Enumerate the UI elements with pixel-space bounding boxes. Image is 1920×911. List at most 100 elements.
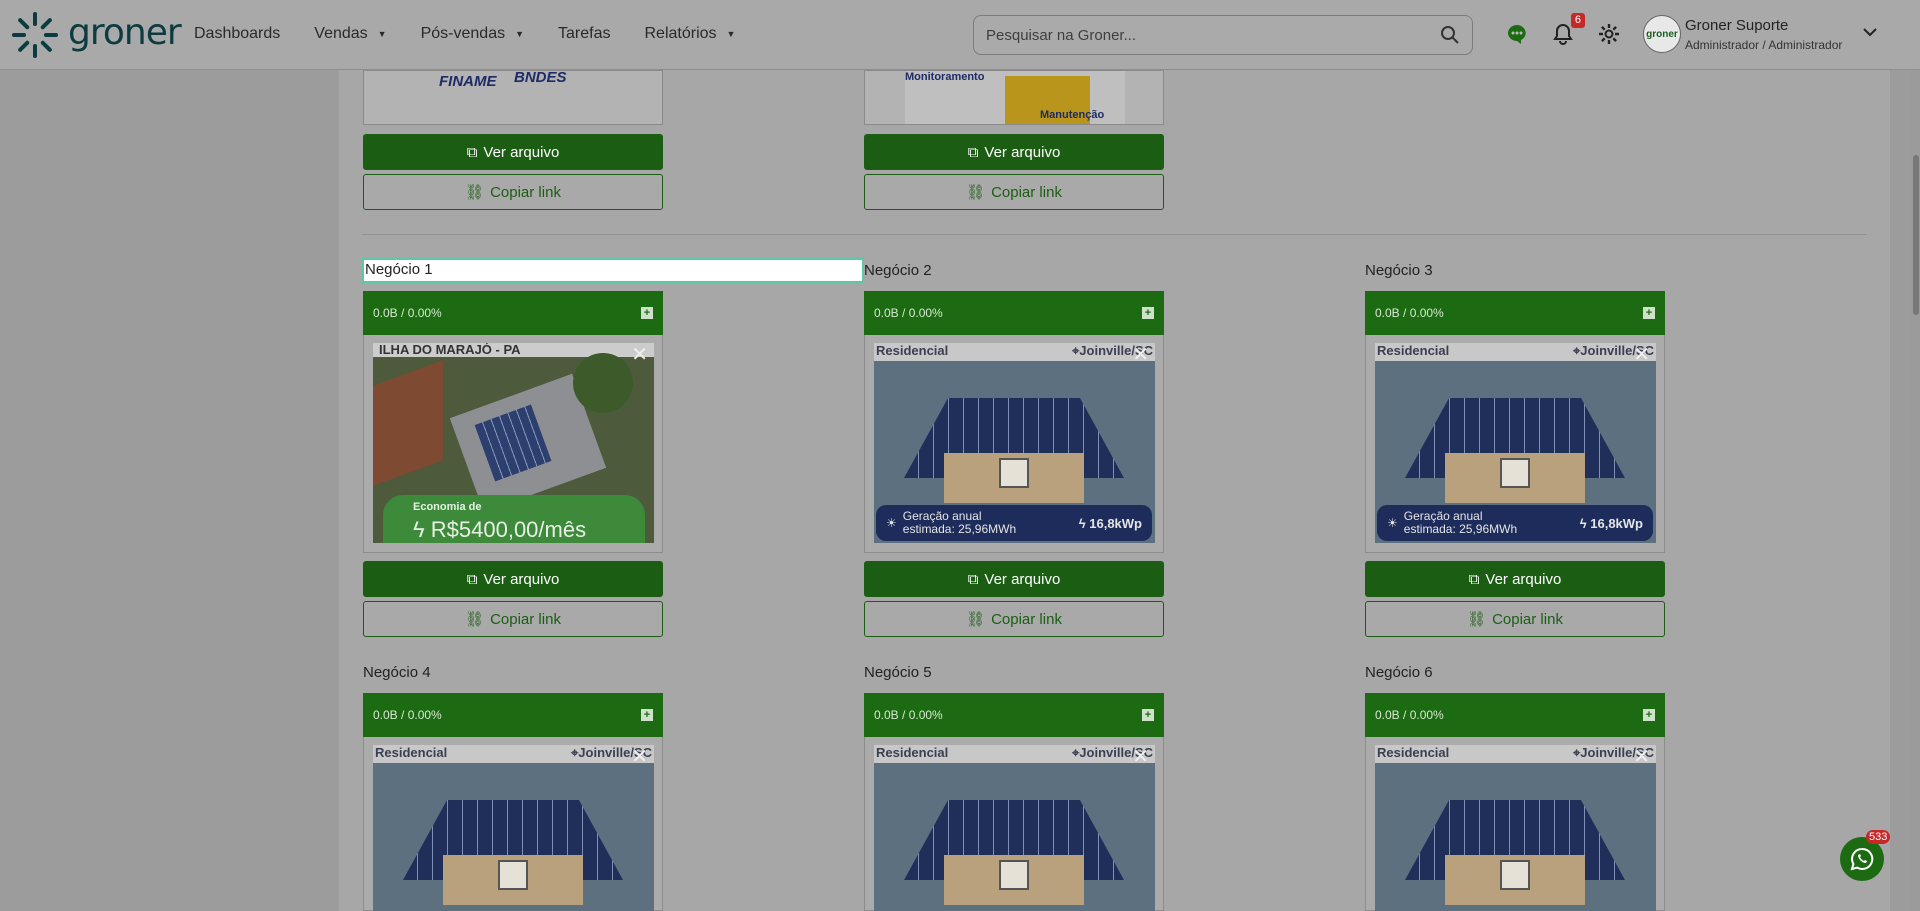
chat-count-badge: 533 [1866,830,1891,844]
type-label: Residencial [876,745,949,760]
type-label: Residencial [1377,343,1450,358]
close-icon[interactable]: ✕ [631,747,648,767]
link-icon: ⛓ [966,184,986,201]
button-label: Ver arquivo [483,143,560,161]
button-label: Ver arquivo [1485,570,1562,588]
house-window [1500,458,1530,488]
view-file-button[interactable]: ⧉ Ver arquivo [864,561,1164,597]
close-icon[interactable]: ✕ [1633,747,1650,767]
photo-header: Residencial ⌖Joinville/SC [874,343,1155,361]
bolt-icon: ϟ [413,517,431,542]
copy-link-button[interactable]: ⛓ Copiar link [363,174,663,210]
view-file-button[interactable]: ⧉ Ver arquivo [363,134,663,170]
expand-icon[interactable]: + [641,709,653,721]
photo-header: Residencial ⌖Joinville/SC [874,745,1155,763]
file-card-body: Residencial ⌖Joinville/SC ✕ [1365,737,1665,911]
search-icon[interactable] [1440,25,1460,45]
file-size: 0.0B / 0.00% [1375,708,1444,722]
copy-link-button[interactable]: ⛓ Copiar link [363,601,663,637]
generation-bar: ☀ Geração anual estimada: 25,96MWh ϟ 16,… [876,505,1152,541]
business-title-input[interactable]: Negócio 1 [362,258,864,283]
photo-header: Residencial ⌖Joinville/SC [373,745,654,763]
logo-text: groner [68,11,182,53]
nav-pos-vendas[interactable]: Pós-vendas ▼ [421,25,524,43]
type-label: Residencial [1377,745,1450,760]
thumbnail-subtitle: Manutenção [1040,109,1105,121]
house-window [1500,860,1530,890]
file-card-header: 0.0B / 0.00% + [1365,291,1665,335]
copy-link-button[interactable]: ⛓ Copiar link [1365,601,1665,637]
close-icon[interactable]: ✕ [631,345,648,365]
groner-logo[interactable]: groner [10,10,182,60]
close-icon[interactable]: ✕ [1633,345,1650,365]
expand-icon[interactable]: + [1142,307,1154,319]
nav-label: Relatórios [644,25,717,42]
section-divider [362,234,1867,235]
button-label: Ver arquivo [483,570,560,588]
file-size: 0.0B / 0.00% [874,306,943,320]
file-size: 0.0B / 0.00% [373,306,442,320]
house-solar-photo: Residencial ⌖Joinville/SC [373,745,654,911]
business-title: Negócio 6 [1365,664,1433,681]
business-title: Negócio 5 [864,664,932,681]
view-file-button[interactable]: ⧉ Ver arquivo [363,561,663,597]
business-title: Negócio 3 [1365,262,1433,279]
photo-header: Residencial ⌖Joinville/SC [1375,343,1656,361]
link-icon: ⛓ [966,611,986,628]
user-menu[interactable]: groner Groner Suporte Administrador / Ad… [1643,15,1877,53]
avatar: groner [1643,15,1681,53]
gear-icon[interactable] [1597,22,1621,46]
scrollbar-thumb[interactable] [1913,155,1919,315]
house-solar-photo: Residencial ⌖Joinville/SC ☀ Geração anual… [874,343,1155,543]
roof-shape [373,360,443,486]
economy-banner: Economia de ϟ R$5400,00/mês [383,495,645,543]
kwp-text: 16,8kWp [1590,515,1643,531]
chat-bubble-icon[interactable] [1505,22,1529,46]
logo-sunburst-icon [10,10,60,60]
close-icon[interactable]: ✕ [1132,345,1149,365]
close-icon[interactable]: ✕ [1132,747,1149,767]
economy-label: Economia de [413,501,482,513]
user-role: Administrador / Administrador [1685,37,1843,52]
generation-bar: ☀ Geração anual estimada: 25,96MWh ϟ 16,… [1377,505,1653,541]
nav-label: Dashboards [194,25,281,42]
bndes-logo: BNDES [514,70,567,86]
link-icon: ⛓ [465,184,485,201]
external-link-icon: ⧉ [466,143,478,161]
caret-down-icon: ▼ [726,29,736,39]
external-link-icon: ⧉ [967,143,979,161]
chevron-down-icon[interactable] [1863,27,1877,37]
file-card-header: 0.0B / 0.00% + [864,291,1164,335]
nav-dashboards[interactable]: Dashboards [194,25,280,43]
type-label: Residencial [375,745,448,760]
file-card-body: Residencial ⌖Joinville/SC ☀ Geração anual… [1365,335,1665,553]
nav-tarefas[interactable]: Tarefas [558,25,610,43]
bell-icon[interactable]: 6 [1551,13,1585,46]
copy-link-button[interactable]: ⛓ Copiar link [864,174,1164,210]
button-label: Copiar link [991,610,1062,628]
expand-icon[interactable]: + [641,307,653,319]
link-icon: ⛓ [1467,611,1487,628]
nav-relatorios[interactable]: Relatórios ▼ [644,25,735,43]
button-label: Ver arquivo [984,570,1061,588]
copy-link-button[interactable]: ⛓ Copiar link [864,601,1164,637]
kwp-value: ϟ 16,8kWp [1579,515,1643,531]
expand-icon[interactable]: + [1643,709,1655,721]
house-window [999,860,1029,890]
expand-icon[interactable]: + [1643,307,1655,319]
file-size: 0.0B / 0.00% [874,708,943,722]
file-card-header: 0.0B / 0.00% + [363,291,663,335]
kwp-value: ϟ 16,8kWp [1078,515,1142,531]
caret-down-icon: ▼ [377,29,387,39]
search-input[interactable] [986,26,1440,44]
expand-icon[interactable]: + [1142,709,1154,721]
nav-vendas[interactable]: Vendas ▼ [314,25,386,43]
nav-label: Pós-vendas [420,25,506,42]
button-label: Ver arquivo [984,143,1061,161]
view-file-button[interactable]: ⧉ Ver arquivo [864,134,1164,170]
generation-label: Geração anual estimada: 25,96MWh [902,509,1017,536]
view-file-button[interactable]: ⧉ Ver arquivo [1365,561,1665,597]
aerial-solar-photo: ILHA DO MARAJÓ - PA Economia de ϟ R$5400… [373,343,654,543]
user-name: Groner Suporte [1685,16,1789,34]
main-nav: Dashboards Vendas ▼ Pós-vendas ▼ Tarefas R… [194,25,769,43]
